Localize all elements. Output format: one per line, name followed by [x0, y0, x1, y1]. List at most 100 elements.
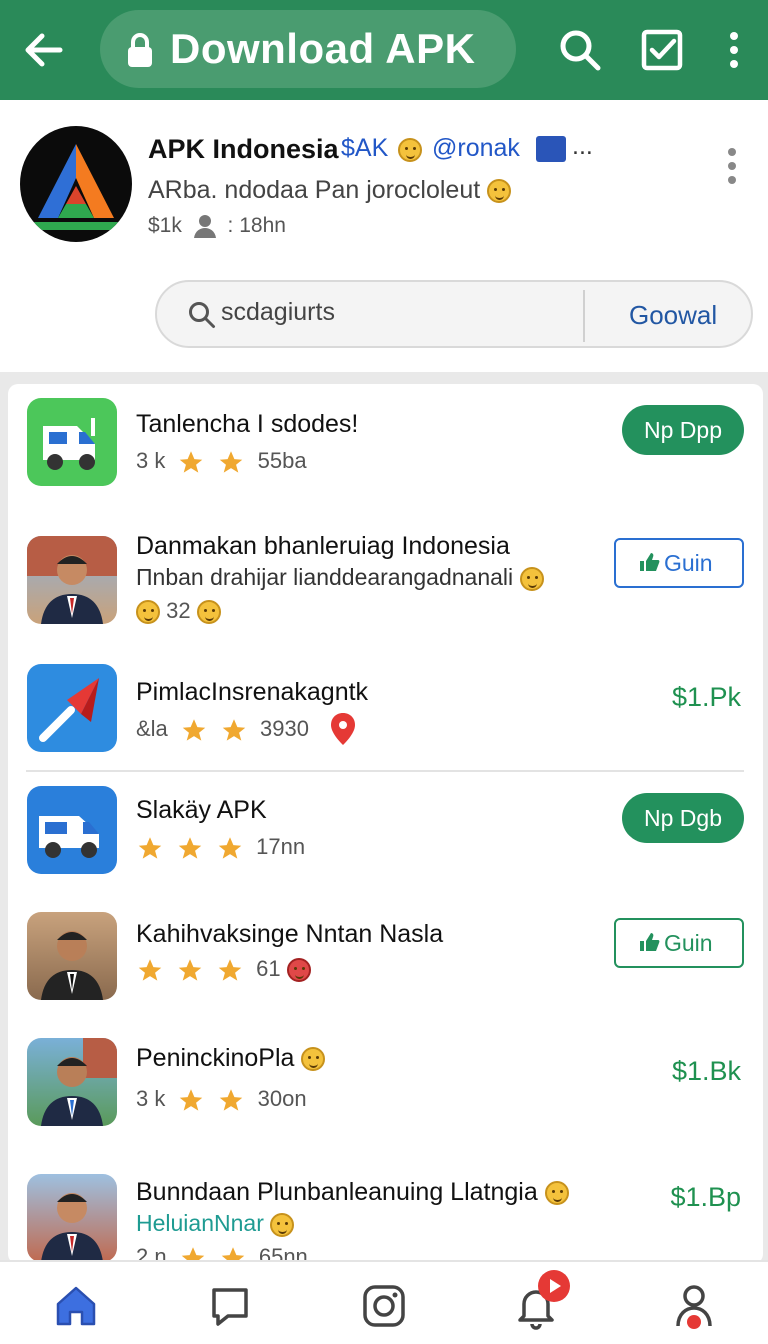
thumbs-up-icon: [640, 933, 660, 951]
app-thumbnail: [27, 398, 117, 486]
handle-more: ...: [572, 132, 593, 160]
apk-logo-icon: [34, 144, 118, 230]
app-bar: Download APK: [0, 0, 768, 100]
divider: [583, 290, 585, 342]
install-button[interactable]: Np Dgb: [622, 793, 744, 843]
emoji-icon: [196, 600, 221, 625]
edit-square-icon[interactable]: [638, 26, 686, 74]
channel-subtitle: ARba. ndodaa Pan jorocloleut: [148, 176, 512, 205]
person-photo: [41, 931, 103, 1000]
app-meta: 61: [136, 956, 311, 984]
app-list: Tanlencha I sdodes! 3 k 55ba Np Dpp Danm…: [8, 384, 763, 1264]
list-item[interactable]: Danmakan bhanleruiag Indonesia Пnban dra…: [8, 514, 763, 646]
comment-icon[interactable]: [206, 1282, 254, 1330]
person-photo: [41, 1193, 103, 1262]
person-photo: [27, 536, 117, 624]
search-bar: scdagiurts Goowal: [155, 280, 753, 348]
app-title: Tanlencha I sdodes!: [136, 410, 359, 438]
star-icon: [180, 1088, 203, 1111]
home-icon[interactable]: [52, 1282, 100, 1330]
channel-handle[interactable]: @ronak: [432, 134, 520, 163]
instagram-icon[interactable]: [360, 1282, 408, 1330]
join-button[interactable]: Guin: [614, 918, 744, 968]
emoji-icon: [398, 138, 422, 162]
app-meta: 3 k 30on: [136, 1086, 307, 1114]
list-item[interactable]: PeninckinoPla 3 k 30on $1.Bk: [8, 1020, 763, 1150]
emoji-icon: [519, 566, 544, 591]
profile-icon[interactable]: [670, 1282, 718, 1330]
emoji-icon: [487, 179, 512, 204]
app-price[interactable]: $1.Bp: [670, 1182, 741, 1213]
page-title: Download APK: [170, 25, 476, 72]
app-title: Danmakan bhanleruiag Indonesia: [136, 532, 510, 560]
emoji-icon: [286, 958, 311, 983]
app-subtitle: Пnban drahijar lianddearangadnanali: [136, 564, 544, 591]
app-meta: 32: [136, 598, 221, 625]
channel-tag[interactable]: $AK: [341, 134, 388, 163]
star-icon: [178, 958, 202, 981]
more-vert-icon[interactable]: [724, 146, 740, 186]
app-meta: 17nn: [136, 834, 305, 862]
app-title: Kahihvaksinge Nntan Nasla: [136, 920, 444, 948]
list-item[interactable]: Tanlencha I sdodes! 3 k 55ba Np Dpp: [8, 384, 763, 508]
flag-icon: [536, 136, 566, 162]
emoji-icon: [270, 1212, 295, 1237]
list-item[interactable]: PimlacInsrenakagntk &la 3930 $1.Pk: [8, 652, 763, 770]
app-thumbnail: [27, 1174, 117, 1262]
divider: [26, 770, 744, 772]
notification-badge: [538, 1270, 570, 1302]
emoji-icon: [136, 600, 160, 625]
app-meta: 3 k 55ba: [136, 448, 307, 476]
truck-icon: [43, 418, 95, 470]
app-meta: &la 3930: [136, 716, 309, 744]
channel-stats: $1k : 18hn: [148, 214, 286, 239]
url-bar[interactable]: Download APK: [100, 10, 516, 88]
emoji-icon: [544, 1181, 569, 1206]
star-icon: [218, 958, 242, 981]
pin-icon: [39, 678, 99, 742]
channel-header: APK Indonesia $AK @ronak ... ARba. ndoda…: [0, 100, 768, 372]
channel-name: APK Indonesia: [148, 134, 339, 164]
star-icon: [222, 718, 246, 741]
emoji-icon: [301, 1047, 326, 1072]
star-icon: [218, 836, 242, 859]
app-thumbnail: [27, 1038, 117, 1126]
star-icon: [180, 450, 203, 473]
star-icon: [182, 718, 206, 741]
search-input[interactable]: scdagiurts: [221, 298, 521, 327]
channel-logo[interactable]: [20, 126, 132, 242]
search-icon[interactable]: [556, 26, 604, 74]
search-button[interactable]: Goowal: [629, 300, 717, 331]
search-icon: [189, 302, 215, 328]
app-thumbnail: [27, 786, 117, 874]
join-button[interactable]: Guin: [614, 538, 744, 588]
app-thumbnail: [27, 912, 117, 1000]
truck-icon: [39, 816, 99, 858]
back-arrow-icon[interactable]: [20, 26, 68, 74]
list-item[interactable]: Kahihvaksinge Nntan Nasla 61 Guin: [8, 896, 763, 1020]
star-icon: [220, 1088, 243, 1111]
app-price[interactable]: $1.Bk: [672, 1056, 741, 1087]
app-thumbnail: [27, 664, 117, 752]
thumbs-up-icon: [640, 553, 660, 571]
app-title: PeninckinoPla: [136, 1044, 326, 1073]
app-title: PimlacInsrenakagntk: [136, 678, 369, 706]
location-pin-icon: [331, 713, 355, 745]
app-title: Bunndaan Plunbanleanuing Llatngia: [136, 1178, 569, 1207]
list-item[interactable]: Slakäy APK 17nn Np Dgb: [8, 774, 763, 896]
app-thumbnail: [27, 536, 117, 624]
app-price[interactable]: $1.Pk: [672, 682, 741, 713]
star-icon: [138, 836, 162, 859]
person-photo: [41, 1038, 117, 1126]
lock-icon: [128, 33, 152, 67]
star-icon: [178, 836, 202, 859]
bottom-navigation: [0, 1260, 768, 1344]
more-vert-icon[interactable]: [710, 26, 758, 74]
play-icon: [550, 1279, 561, 1293]
list-item[interactable]: Bunndaan Plunbanleanuing Llatngia Heluia…: [8, 1164, 763, 1264]
star-icon: [220, 450, 243, 473]
app-title: Slakäy APK: [136, 796, 267, 824]
star-icon: [138, 958, 162, 981]
people-icon: [193, 215, 216, 239]
install-button[interactable]: Np Dpp: [622, 405, 744, 455]
